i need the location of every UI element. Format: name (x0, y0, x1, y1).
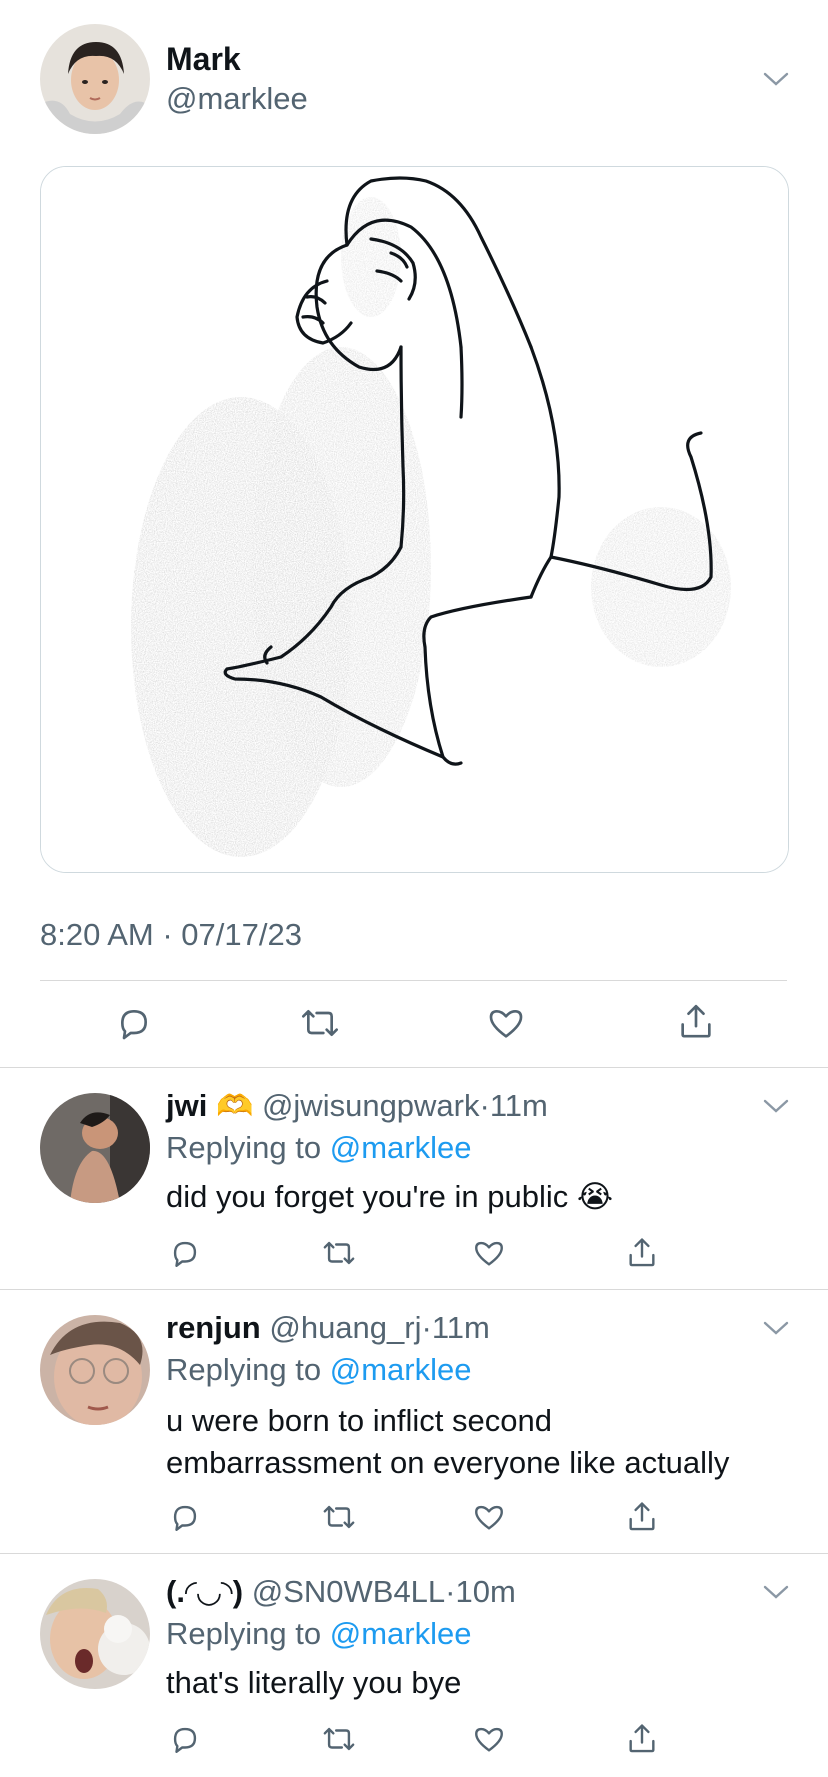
reply-avatar[interactable] (40, 1093, 150, 1203)
share-icon[interactable] (625, 1721, 659, 1757)
chevron-down-icon[interactable] (762, 1583, 790, 1601)
reply-text-body: that's literally you bye (166, 1665, 462, 1700)
like-icon[interactable] (472, 1500, 506, 1534)
section-divider (0, 1289, 828, 1290)
replying-to: Replying to @marklee (166, 1615, 471, 1653)
reply-text: u were born to inflict second embarrassm… (166, 1400, 786, 1484)
chevron-down-icon[interactable] (762, 70, 790, 88)
reply-author-name[interactable]: renjun (166, 1310, 261, 1345)
retweet-icon[interactable] (320, 1236, 358, 1270)
like-icon[interactable] (472, 1236, 506, 1270)
replying-to-prefix: Replying to (166, 1616, 322, 1651)
reply-header: (.◜◡◝) @SN0WB4LL·10m (166, 1573, 516, 1611)
reply-icon[interactable] (114, 1003, 154, 1043)
reply-text: did you forget you're in public 😭 (166, 1176, 786, 1218)
reply-text: that's literally you bye (166, 1662, 786, 1704)
replying-to: Replying to @marklee (166, 1351, 471, 1389)
reply-icon[interactable] (168, 1722, 202, 1756)
tweet-timestamp: 8:20 AM · 07/17/23 (40, 917, 302, 952)
reply-icon[interactable] (168, 1500, 202, 1534)
replying-to-prefix: Replying to (166, 1352, 322, 1387)
reply-text-body: did you forget you're in public (166, 1179, 569, 1214)
reply-text-line: u were born to inflict second (166, 1403, 552, 1438)
separator-dot: · (479, 1088, 490, 1123)
crying-emoji: 😭 (576, 1179, 614, 1214)
reply-author-handle[interactable]: @huang_rj (269, 1310, 421, 1345)
separator-dot: · (445, 1574, 456, 1609)
reply-time: 11m (431, 1310, 490, 1345)
chevron-down-icon[interactable] (762, 1097, 790, 1115)
badge-emoji: 🫶 (215, 1090, 254, 1123)
retweet-icon[interactable] (298, 1003, 342, 1043)
reply-avatar[interactable] (40, 1579, 150, 1689)
retweet-icon[interactable] (320, 1500, 358, 1534)
separator-dot: · (421, 1310, 432, 1345)
reply-author-handle[interactable]: @SN0WB4LL (252, 1574, 445, 1609)
share-icon[interactable] (676, 1001, 716, 1043)
author-handle[interactable]: @marklee (166, 80, 308, 118)
section-divider (0, 1067, 828, 1068)
reply-text-line: embarrassment on everyone like actually (166, 1445, 730, 1480)
timestamp-divider (40, 980, 787, 981)
author-name[interactable]: Mark (166, 40, 241, 78)
replying-to-link[interactable]: @marklee (330, 1352, 472, 1387)
tweet-media-image[interactable] (40, 166, 789, 873)
section-divider (0, 1553, 828, 1554)
reply-header: renjun @huang_rj·11m (166, 1309, 490, 1347)
reply-author-name[interactable]: (.◜◡◝) (166, 1574, 243, 1609)
replying-to-link[interactable]: @marklee (330, 1616, 472, 1651)
reply-author-handle[interactable]: @jwisungpwark (262, 1088, 480, 1123)
chevron-down-icon[interactable] (762, 1319, 790, 1337)
reply-time: 10m (455, 1574, 516, 1609)
like-icon[interactable] (486, 1003, 526, 1043)
retweet-icon[interactable] (320, 1722, 358, 1756)
replying-to-prefix: Replying to (166, 1130, 322, 1165)
reply-time: 11m (489, 1088, 548, 1123)
like-icon[interactable] (472, 1722, 506, 1756)
reply-avatar[interactable] (40, 1315, 150, 1425)
replying-to: Replying to @marklee (166, 1129, 471, 1167)
reply-header: jwi 🫶 @jwisungpwark·11m (166, 1087, 548, 1126)
author-avatar[interactable] (40, 24, 150, 134)
reply-author-name[interactable]: jwi (166, 1088, 207, 1123)
share-icon[interactable] (625, 1499, 659, 1535)
reply-icon[interactable] (168, 1236, 202, 1270)
share-icon[interactable] (625, 1235, 659, 1271)
replying-to-link[interactable]: @marklee (330, 1130, 472, 1165)
